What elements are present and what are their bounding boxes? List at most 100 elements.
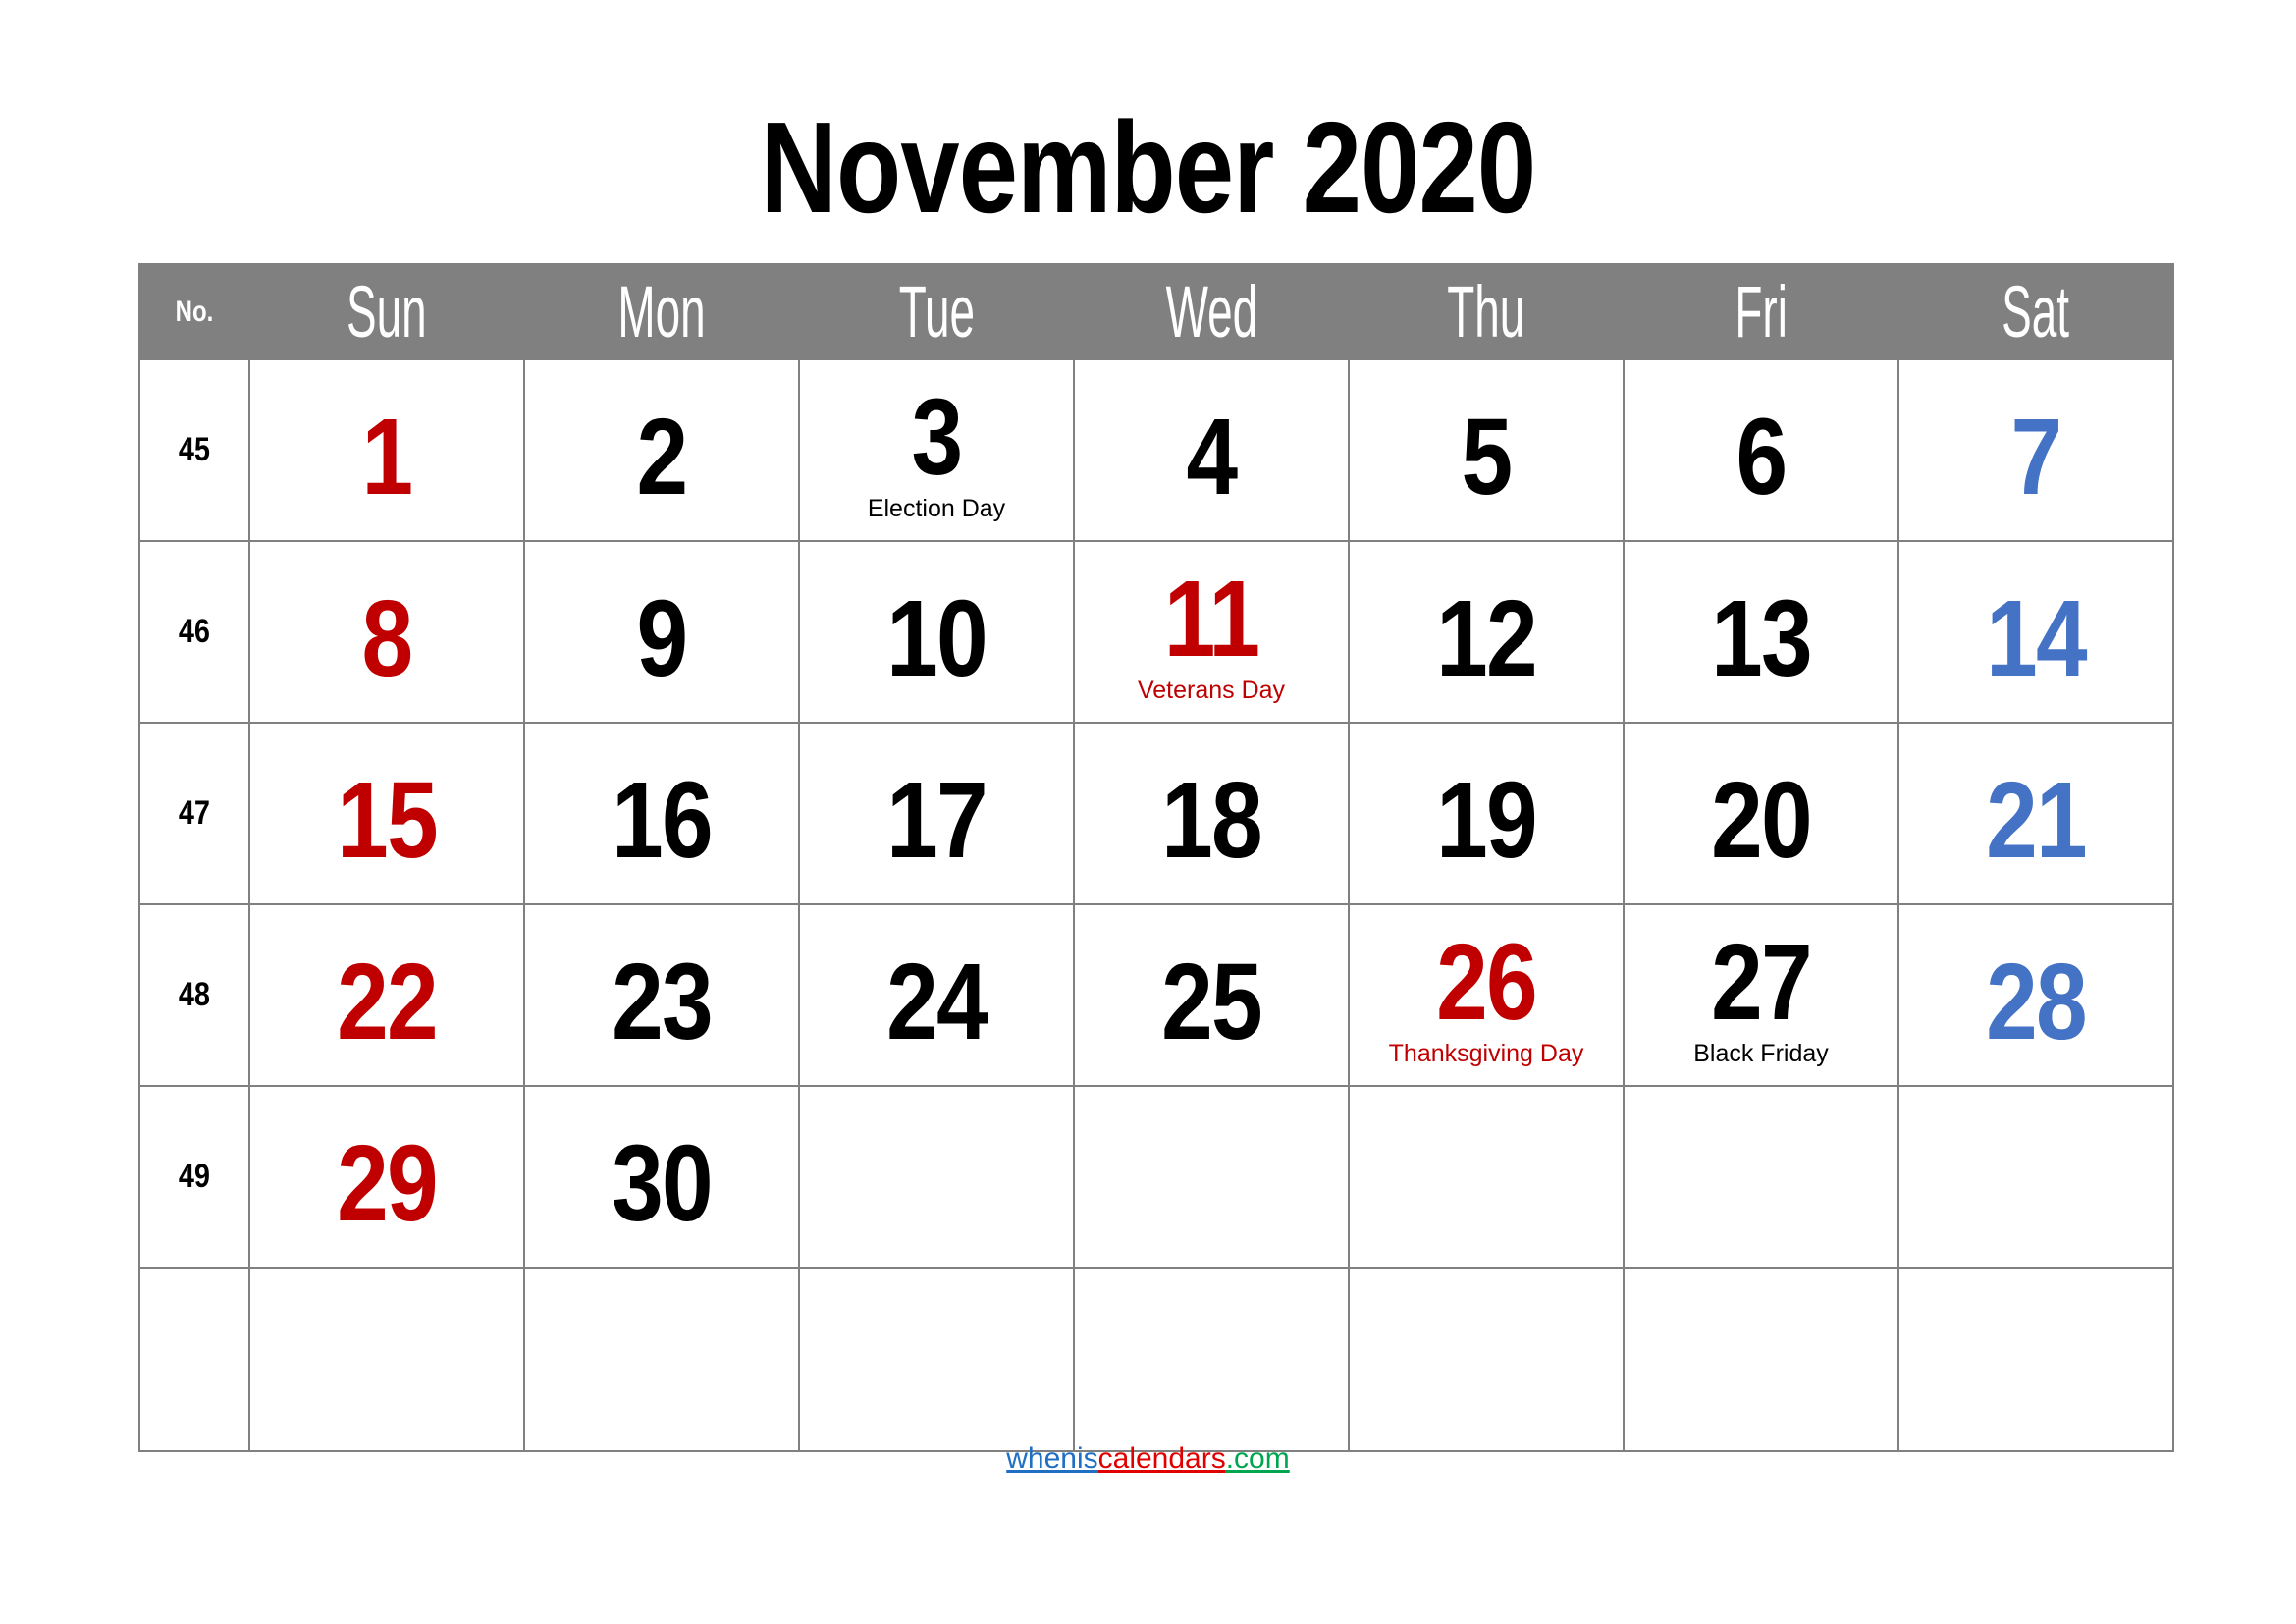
holiday-label: Election Day	[867, 494, 1006, 522]
day-cell-mon[interactable]	[523, 1267, 800, 1452]
week-number-label: 48	[178, 976, 211, 1013]
day-cell-sat[interactable]: 14	[1897, 540, 2174, 724]
calendar-week-row: 46 8 9 10 11 Veterans Day 12 13 14	[138, 540, 2174, 724]
day-cell-mon[interactable]: 16	[523, 722, 800, 905]
day-cell-wed[interactable]: 11 Veterans Day	[1073, 540, 1350, 724]
day-cell-tue[interactable]	[798, 1085, 1075, 1269]
day-number: 15	[337, 759, 439, 881]
day-cell-fri[interactable]: 20	[1623, 722, 1899, 905]
day-cell-tue[interactable]: 3 Election Day	[798, 358, 1075, 542]
week-number-label: 49	[178, 1158, 211, 1195]
day-cell-sun[interactable]: 8	[248, 540, 525, 724]
header-day-wed-label: Wed	[1165, 270, 1257, 352]
day-cell-fri[interactable]: 13	[1623, 540, 1899, 724]
day-cell-mon[interactable]: 23	[523, 903, 800, 1087]
holiday-label: Black Friday	[1693, 1039, 1829, 1067]
watermark-part-2: calendars	[1097, 1442, 1226, 1475]
day-cell-tue[interactable]: 10	[798, 540, 1075, 724]
day-cell-wed[interactable]	[1073, 1085, 1350, 1269]
header-day-sun: Sun	[248, 263, 525, 360]
calendar-header-row: No. Sun Mon Tue Wed Thu Fri Sat	[138, 263, 2174, 360]
header-day-fri-label: Fri	[1735, 270, 1788, 352]
day-number: 29	[337, 1122, 439, 1244]
day-cell-wed[interactable]: 18	[1073, 722, 1350, 905]
day-cell-mon[interactable]: 2	[523, 358, 800, 542]
day-number: 23	[612, 941, 714, 1062]
week-number-cell: 48	[138, 903, 250, 1087]
day-number: 18	[1161, 759, 1263, 881]
day-number: 24	[886, 941, 988, 1062]
day-cell-sat[interactable]	[1897, 1085, 2174, 1269]
week-number-cell: 47	[138, 722, 250, 905]
day-number: 22	[337, 941, 439, 1062]
day-cell-fri[interactable]: 6	[1623, 358, 1899, 542]
day-cell-thu[interactable]	[1348, 1085, 1625, 1269]
day-number: 11	[1163, 558, 1260, 679]
header-day-mon-label: Mon	[617, 270, 706, 352]
day-cell-mon[interactable]: 30	[523, 1085, 800, 1269]
calendar-week-row: 49 29 30	[138, 1085, 2174, 1269]
watermark-part-1: whenis	[1006, 1442, 1098, 1475]
day-number: 16	[612, 759, 714, 881]
day-cell-sun[interactable]: 15	[248, 722, 525, 905]
header-day-sat: Sat	[1897, 263, 2174, 360]
watermark-part-3: .com	[1225, 1442, 1290, 1475]
day-cell-thu[interactable]: 19	[1348, 722, 1625, 905]
holiday-label: Veterans Day	[1137, 676, 1286, 704]
site-watermark[interactable]: wheniscalendars.com	[138, 1441, 2158, 1477]
week-number-cell: 45	[138, 358, 250, 542]
day-cell-wed[interactable]	[1073, 1267, 1350, 1452]
header-day-fri: Fri	[1623, 263, 1899, 360]
day-cell-fri[interactable]	[1623, 1267, 1899, 1452]
day-cell-tue[interactable]: 17	[798, 722, 1075, 905]
day-cell-sat[interactable]: 7	[1897, 358, 2174, 542]
day-cell-sun[interactable]: 29	[248, 1085, 525, 1269]
calendar-body: 45 1 2 3 Election Day 4 5 6 7 46 8 9 10 11 Veterans Da…	[138, 358, 2174, 1452]
day-cell-thu[interactable]	[1348, 1267, 1625, 1452]
day-number: 20	[1711, 759, 1813, 881]
day-number: 3	[911, 376, 964, 498]
day-cell-sun[interactable]: 22	[248, 903, 525, 1087]
day-number: 13	[1711, 577, 1813, 699]
day-cell-wed[interactable]: 25	[1073, 903, 1350, 1087]
day-number: 7	[2010, 396, 2063, 517]
day-number: 19	[1436, 759, 1538, 881]
day-cell-sun[interactable]	[248, 1267, 525, 1452]
day-number: 4	[1186, 396, 1239, 517]
week-number-label: 46	[178, 613, 211, 650]
day-cell-thu[interactable]: 5	[1348, 358, 1625, 542]
week-number-label: 45	[178, 431, 211, 468]
day-cell-tue[interactable]	[798, 1267, 1075, 1452]
day-cell-wed[interactable]: 4	[1073, 358, 1350, 542]
day-number: 9	[636, 577, 689, 699]
week-number-cell: 46	[138, 540, 250, 724]
header-day-wed: Wed	[1073, 263, 1350, 360]
header-day-thu: Thu	[1348, 263, 1625, 360]
holiday-label: Thanksgiving Day	[1388, 1039, 1584, 1067]
day-number: 12	[1436, 577, 1538, 699]
day-number: 28	[1986, 941, 2088, 1062]
day-number: 27	[1711, 921, 1813, 1043]
day-cell-fri[interactable]: 27 Black Friday	[1623, 903, 1899, 1087]
day-cell-sat[interactable]: 21	[1897, 722, 2174, 905]
calendar-grid: No. Sun Mon Tue Wed Thu Fri Sat 45 1 2 3…	[138, 263, 2174, 1452]
day-cell-sat[interactable]	[1897, 1267, 2174, 1452]
week-number-label: 47	[178, 794, 211, 832]
day-number: 10	[886, 577, 988, 699]
calendar-week-row	[138, 1267, 2174, 1452]
day-number: 30	[612, 1122, 714, 1244]
day-cell-thu[interactable]: 26 Thanksgiving Day	[1348, 903, 1625, 1087]
header-day-sat-label: Sat	[2002, 270, 2070, 352]
week-number-cell: 49	[138, 1085, 250, 1269]
day-number: 8	[361, 577, 414, 699]
day-cell-fri[interactable]	[1623, 1085, 1899, 1269]
day-cell-sun[interactable]: 1	[248, 358, 525, 542]
day-cell-mon[interactable]: 9	[523, 540, 800, 724]
day-number: 26	[1436, 921, 1538, 1043]
day-number: 1	[361, 396, 414, 517]
day-cell-thu[interactable]: 12	[1348, 540, 1625, 724]
day-cell-sat[interactable]: 28	[1897, 903, 2174, 1087]
day-cell-tue[interactable]: 24	[798, 903, 1075, 1087]
header-day-mon: Mon	[523, 263, 800, 360]
header-day-sun-label: Sun	[347, 270, 427, 352]
